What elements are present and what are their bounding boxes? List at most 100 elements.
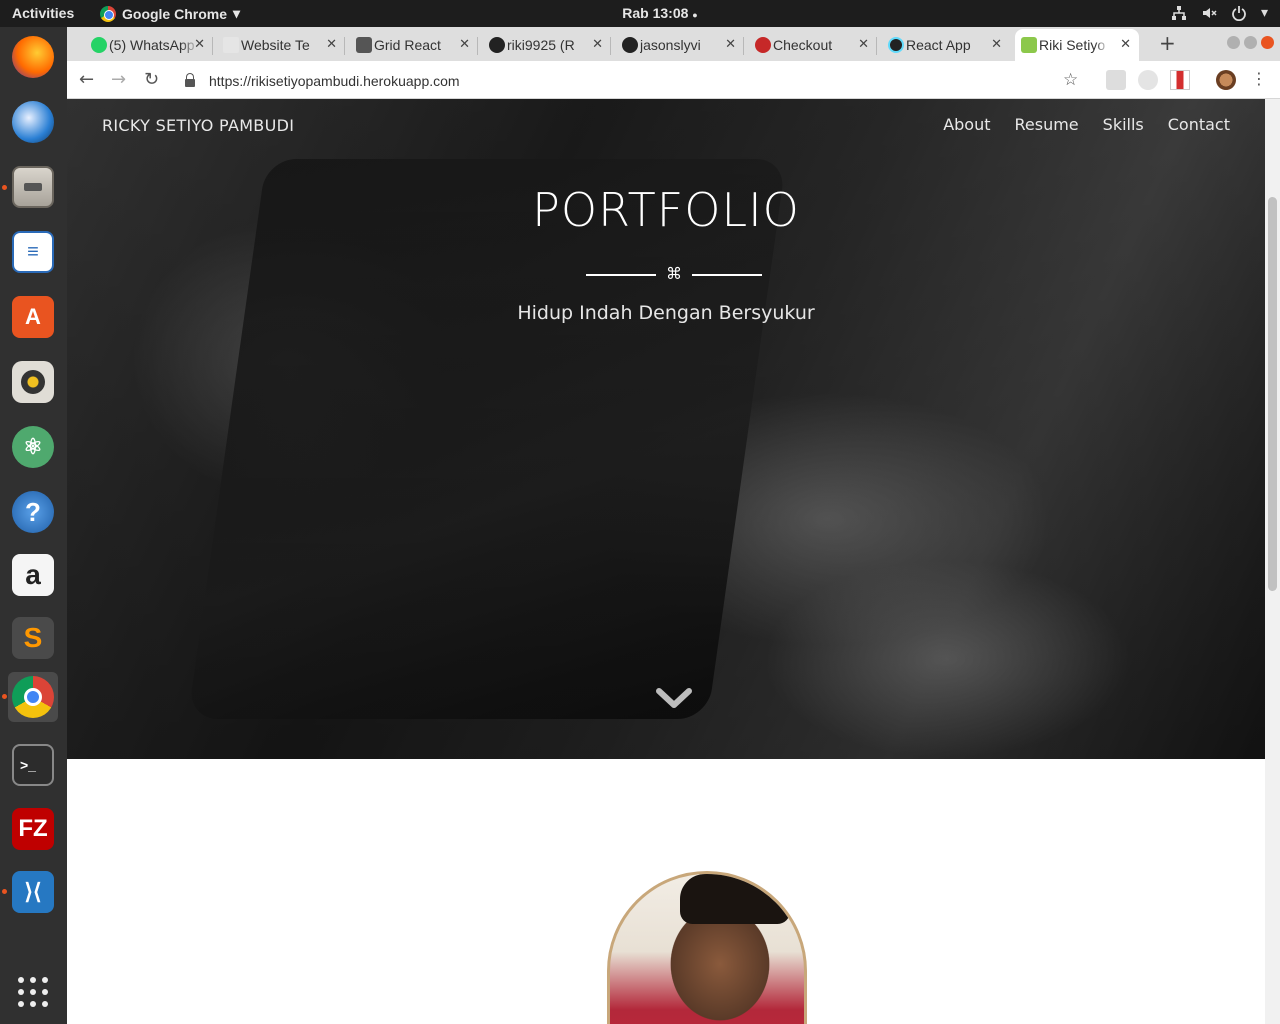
nav-resume[interactable]: Resume <box>1015 115 1079 134</box>
app-grid-icon <box>18 977 48 1007</box>
forward-button[interactable]: → <box>111 69 126 90</box>
tab-grid-react[interactable]: Grid React ✕ <box>350 29 478 61</box>
close-icon[interactable]: ✕ <box>858 36 869 52</box>
tab-strip: (5) WhatsApp ✕ Website Te ✕ Grid React ✕… <box>67 27 1280 61</box>
address-bar[interactable]: https://rikisetiyopambudi.herokuapp.com <box>185 68 1095 94</box>
nodejs-icon <box>1021 37 1037 53</box>
chevron-down-icon: ▾ <box>1260 4 1268 20</box>
tab-title: React App <box>906 37 971 53</box>
hero-title: PORTFOLIO <box>532 183 800 237</box>
network-icon <box>1171 5 1186 20</box>
terminal-icon: >_ <box>12 744 54 786</box>
close-icon[interactable]: ✕ <box>194 36 205 52</box>
tab-checkout[interactable]: Checkout ✕ <box>749 29 877 61</box>
tab-riki-setiyo[interactable]: Riki Setiyo ✕ <box>1015 29 1139 61</box>
back-button[interactable]: ← <box>79 69 94 90</box>
reload-button[interactable]: ↻ <box>144 69 159 90</box>
nav-contact[interactable]: Contact <box>1168 115 1230 134</box>
clock[interactable]: Rab 13:08 ● <box>600 5 720 21</box>
tab-title: Website Te <box>241 37 310 53</box>
dock-item-files[interactable] <box>8 162 58 212</box>
activities-button[interactable]: Activities <box>12 5 74 21</box>
nav-skills[interactable]: Skills <box>1103 115 1144 134</box>
tab-react-app[interactable]: React App ✕ <box>882 29 1010 61</box>
help-icon: ? <box>12 491 54 533</box>
app-menu-label: Google Chrome <box>122 5 228 22</box>
close-window-button[interactable] <box>1261 36 1274 49</box>
atom-icon: ⚛ <box>12 426 54 468</box>
bookmark-star-icon[interactable]: ☆ <box>1063 70 1078 90</box>
vscode-icon: ⟩⟨ <box>12 871 54 913</box>
dock-item-firefox[interactable] <box>8 32 58 82</box>
system-tray[interactable]: ▾ <box>1171 4 1268 21</box>
tab-title: jasonslyvi <box>640 37 701 53</box>
github-icon <box>622 37 638 53</box>
react-icon <box>888 37 904 53</box>
scrollbar-thumb[interactable] <box>1268 197 1277 591</box>
tab-github-jason[interactable]: jasonslyvi ✕ <box>616 29 744 61</box>
dock-item-chrome[interactable] <box>8 672 58 722</box>
github-icon <box>489 37 505 53</box>
dock-item-vscode[interactable]: ⟩⟨ <box>8 867 58 917</box>
tab-title: Checkout <box>773 37 833 53</box>
files-icon <box>12 166 54 208</box>
tab-whatsapp[interactable]: (5) WhatsApp ✕ <box>85 29 213 61</box>
dock-item-rhythmbox[interactable] <box>8 357 58 407</box>
extension-icon[interactable] <box>1138 70 1158 90</box>
show-applications-button[interactable] <box>8 967 58 1017</box>
close-icon[interactable]: ✕ <box>991 36 1002 52</box>
more-menu-icon[interactable]: ⋮ <box>1251 69 1267 88</box>
site-brand[interactable]: RICKY SETIYO PAMBUDI <box>102 116 294 135</box>
thunderbird-icon <box>12 101 54 143</box>
window-controls <box>1227 36 1274 49</box>
site-nav: About Resume Skills Contact <box>943 115 1230 134</box>
chevron-down-icon: ▾ <box>233 5 241 21</box>
power-icon <box>1232 5 1246 21</box>
clock-label: Rab 13:08 <box>622 5 689 21</box>
profile-avatar[interactable] <box>1216 70 1236 90</box>
tab-title: Riki Setiyo <box>1039 37 1106 53</box>
hero-divider: ⌘ <box>586 264 762 284</box>
app-menu[interactable]: Google Chrome ▾ <box>100 5 240 22</box>
dock: ≡ A ⚛ ? a S >_ FZ ⟩⟨ <box>0 27 67 1024</box>
close-icon[interactable]: ✕ <box>326 36 337 52</box>
tab-title: riki9925 (R <box>507 37 575 53</box>
dock-item-thunderbird[interactable] <box>8 97 58 147</box>
close-icon[interactable]: ✕ <box>592 36 603 52</box>
dock-item-sublime[interactable]: S <box>8 613 58 663</box>
page-icon <box>223 37 239 53</box>
close-icon[interactable]: ✕ <box>459 36 470 52</box>
dock-item-atom[interactable]: ⚛ <box>8 422 58 472</box>
web-page: RICKY SETIYO PAMBUDI About Resume Skills… <box>67 99 1265 1024</box>
tab-github-riki[interactable]: riki9925 (R ✕ <box>483 29 611 61</box>
close-icon[interactable]: ✕ <box>725 36 736 52</box>
maximize-button[interactable] <box>1244 36 1257 49</box>
dock-item-terminal[interactable]: >_ <box>8 740 58 790</box>
tab-title: (5) WhatsApp <box>109 37 195 53</box>
checkout-icon <box>755 37 771 53</box>
volume-muted-icon <box>1202 7 1217 18</box>
browser-toolbar: ← → ↻ https://rikisetiyopambudi.herokuap… <box>67 61 1280 99</box>
flag-extension-icon[interactable] <box>1170 70 1190 90</box>
profile-photo <box>607 871 807 1024</box>
filezilla-icon: FZ <box>12 808 54 850</box>
nav-about[interactable]: About <box>943 115 990 134</box>
minimize-button[interactable] <box>1227 36 1240 49</box>
shopping-bag-icon: A <box>12 296 54 338</box>
new-tab-button[interactable]: + <box>1159 31 1176 55</box>
close-icon[interactable]: ✕ <box>1120 36 1131 52</box>
dock-item-software[interactable]: A <box>8 292 58 342</box>
amazon-icon: a <box>12 554 54 596</box>
chevron-down-icon[interactable] <box>654 683 694 713</box>
running-indicator <box>2 889 7 894</box>
dock-item-help[interactable]: ? <box>8 487 58 537</box>
dock-item-filezilla[interactable]: FZ <box>8 804 58 854</box>
tab-website[interactable]: Website Te ✕ <box>217 29 345 61</box>
dock-item-amazon[interactable]: a <box>8 550 58 600</box>
chrome-icon <box>100 5 116 22</box>
extension-icon[interactable] <box>1106 70 1126 90</box>
page-scrollbar[interactable] <box>1265 99 1280 1024</box>
dock-item-writer[interactable]: ≡ <box>8 227 58 277</box>
hero-subtitle: Hidup Indah Dengan Bersyukur <box>517 302 815 324</box>
speaker-icon <box>12 361 54 403</box>
